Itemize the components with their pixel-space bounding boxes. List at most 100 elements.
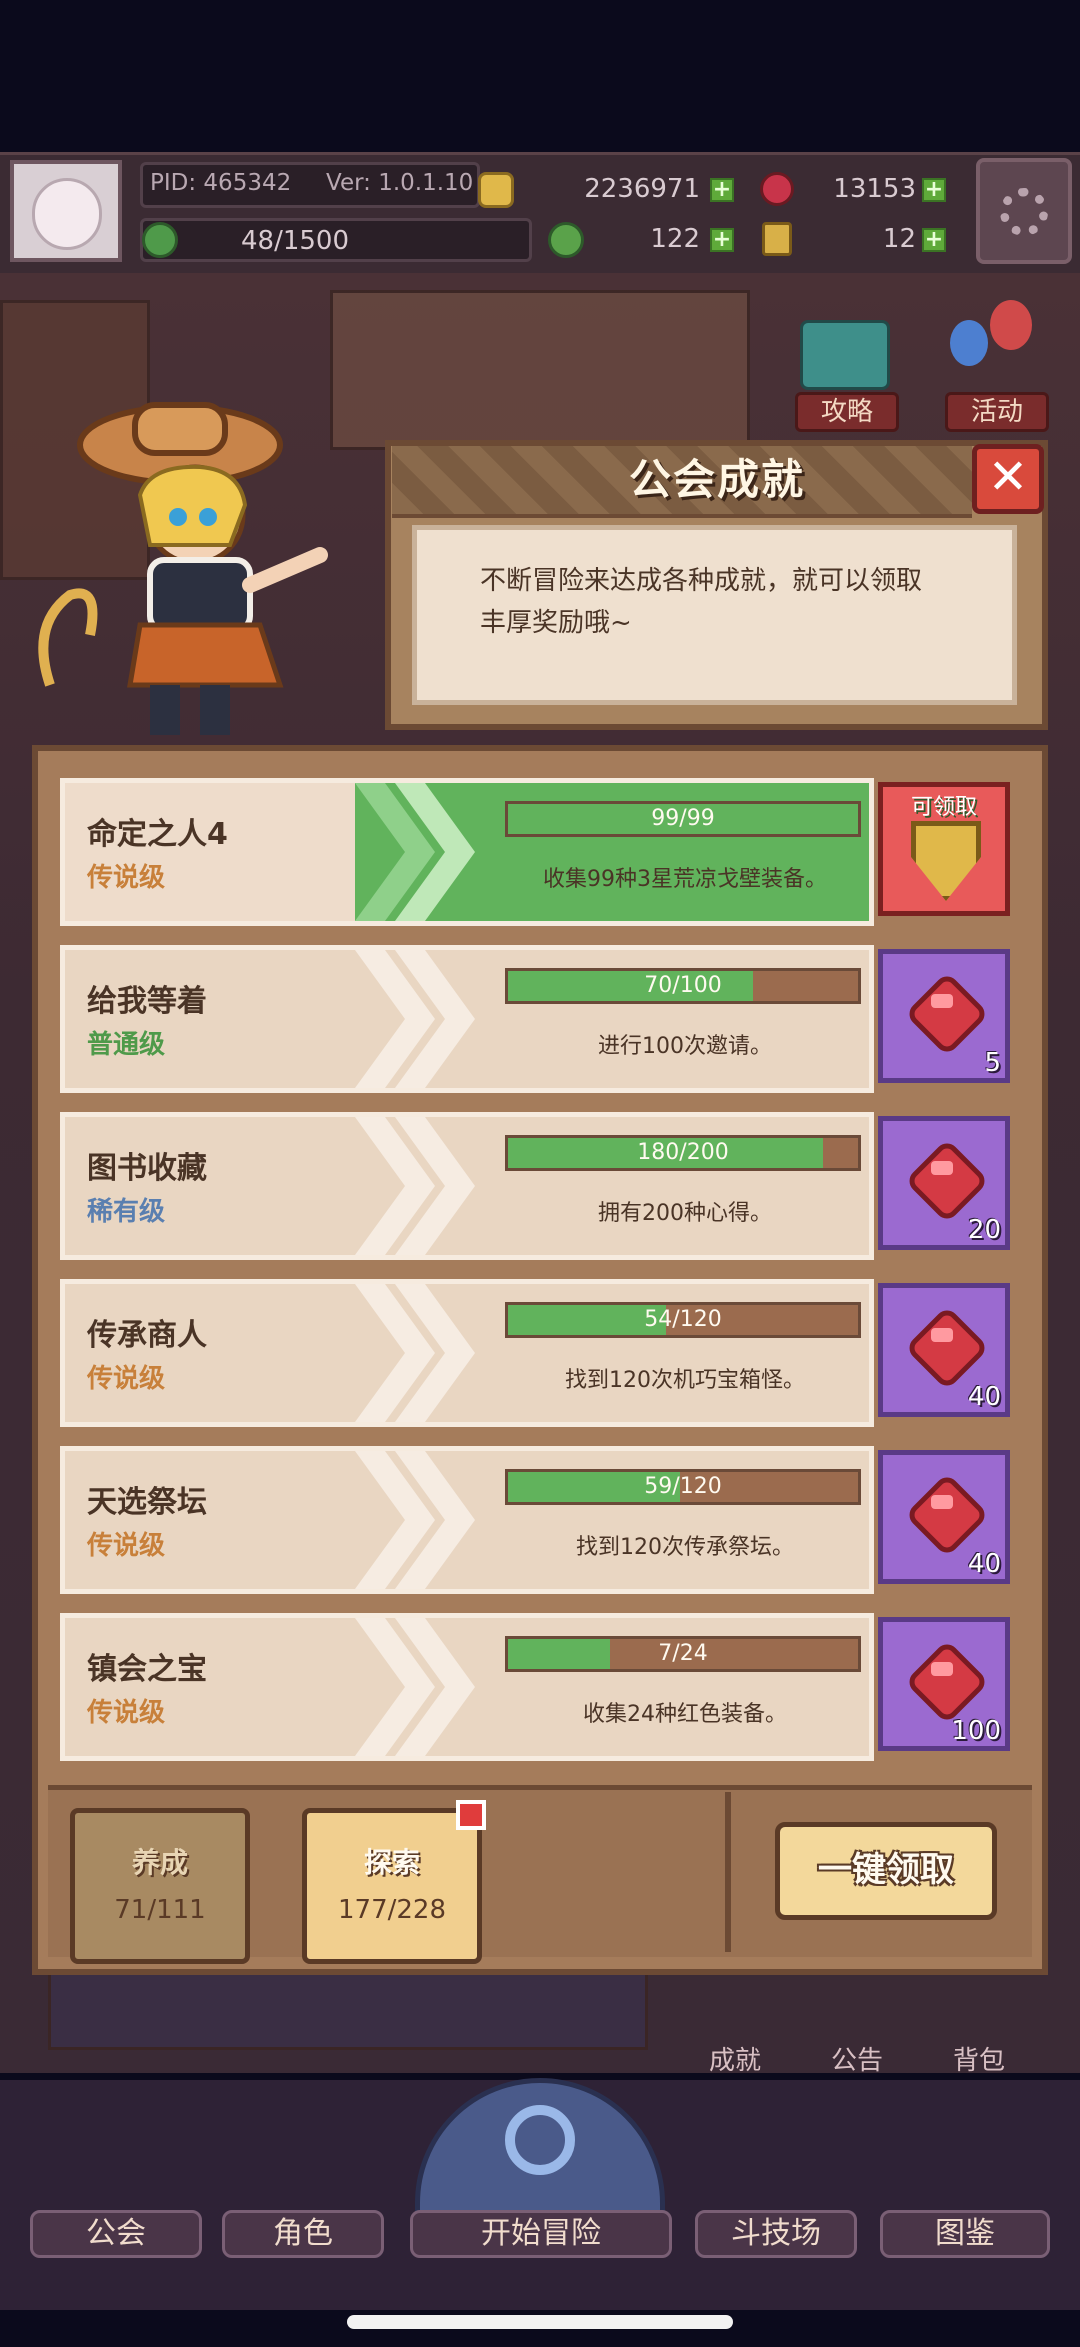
achievement-name: 给我等着 xyxy=(87,984,207,1019)
achievement-icon-label[interactable]: 成就 xyxy=(690,2040,780,2077)
reward-slot[interactable]: 40 xyxy=(878,1450,1010,1584)
reward-slot[interactable]: 100 xyxy=(878,1617,1010,1751)
nav-character[interactable]: 角色 xyxy=(222,2210,384,2258)
wall-board-decoration xyxy=(330,290,750,450)
gem-highlight xyxy=(931,994,953,1008)
achievement-description: 找到120次传承祭坛。 xyxy=(576,1535,794,1560)
progress-text: 54/120 xyxy=(644,1307,722,1332)
counter-decoration xyxy=(48,1970,648,2050)
player-avatar[interactable] xyxy=(10,160,122,262)
tab-cultivate-count: 71/111 xyxy=(114,1895,206,1925)
reward-slot[interactable]: 40 xyxy=(878,1283,1010,1417)
tab-cultivate[interactable]: 养成 71/111 xyxy=(70,1808,250,1964)
reward-count: 100 xyxy=(951,1716,1001,1746)
home-indicator[interactable] xyxy=(347,2315,733,2329)
nav-start-adventure[interactable]: 开始冒险 xyxy=(410,2210,672,2258)
ruby-gem-icon xyxy=(904,971,990,1057)
tab-explore[interactable]: 探索 177/228 xyxy=(302,1808,482,1964)
progress-bar: 99/99 xyxy=(505,801,861,837)
achievement-tier: 传说级 xyxy=(87,1364,166,1394)
nav-guild[interactable]: 公会 xyxy=(30,2210,202,2258)
energy-value: 48/1500 xyxy=(240,226,349,256)
gear-icon xyxy=(1000,188,1048,236)
claim-all-button[interactable]: 一键领取 xyxy=(775,1822,997,1920)
achievement-row[interactable]: 命定之人4 传说级 99/99 收集99种3星荒凉戈壁装备。 xyxy=(60,778,874,926)
progress-text: 70/100 xyxy=(644,973,722,998)
reward-slot[interactable]: 20 xyxy=(878,1116,1010,1250)
player-id: PID: 465342 xyxy=(150,170,292,196)
settings-button[interactable] xyxy=(976,158,1072,264)
add-clover-button[interactable]: + xyxy=(710,228,734,252)
notice-icon-label[interactable]: 公告 xyxy=(812,2040,902,2077)
events-button[interactable]: 活动 xyxy=(945,392,1049,432)
reward-count: 20 xyxy=(967,1215,1001,1245)
reward-count: 40 xyxy=(967,1382,1001,1412)
achievement-tier: 普通级 xyxy=(87,1030,166,1060)
achievement-description: 收集24种红色装备。 xyxy=(583,1702,787,1727)
claimable-label: 可领取 xyxy=(910,795,977,820)
achievement-row[interactable]: 图书收藏 稀有级 180/200 拥有200种心得。 xyxy=(60,1112,874,1260)
clover-icon xyxy=(548,222,584,258)
add-gem-button[interactable]: + xyxy=(922,178,946,202)
achievement-name: 传承商人 xyxy=(87,1318,207,1353)
notification-badge xyxy=(456,1800,486,1830)
achievement-name: 天选祭坛 xyxy=(87,1485,207,1520)
reward-count: 40 xyxy=(967,1549,1001,1579)
progress-bar: 59/120 xyxy=(505,1469,861,1505)
dialog-title: 公会成就 xyxy=(628,455,805,504)
achievement-tier: 传说级 xyxy=(87,1698,166,1728)
nav-codex[interactable]: 图鉴 xyxy=(880,2210,1050,2258)
gem-highlight xyxy=(931,1662,953,1676)
key-value: 12 xyxy=(882,224,916,254)
gem-highlight xyxy=(931,1495,953,1509)
chevron-right-icon xyxy=(355,1284,475,1422)
achievement-row[interactable]: 天选祭坛传说级 59/120 找到120次传承祭坛。 xyxy=(60,1446,874,1594)
achievement-description: 拥有200种心得。 xyxy=(598,1201,772,1226)
chevron-right-icon xyxy=(355,1117,475,1255)
ruby-gem-icon xyxy=(760,172,794,206)
add-key-button[interactable]: + xyxy=(922,228,946,252)
achievement-row[interactable]: 给我等着普通级 70/100 进行100次邀请。 xyxy=(60,945,874,1093)
reward-slot[interactable]: 5 xyxy=(878,949,1010,1083)
tab-explore-label: 探索 xyxy=(363,1846,420,1879)
balloons-icon[interactable] xyxy=(950,300,1040,380)
chevron-right-icon xyxy=(355,783,475,921)
achievement-description: 进行100次邀请。 xyxy=(598,1034,772,1059)
achievement-row[interactable]: 镇会之宝 传说级 7/24 收集24种红色装备。 xyxy=(60,1613,874,1761)
achievement-tier: 传说级 xyxy=(87,1531,166,1561)
ruby-gem-icon xyxy=(904,1138,990,1224)
chevron-right-icon xyxy=(355,950,475,1088)
achievement-tier: 稀有级 xyxy=(87,1197,166,1227)
progress-text: 180/200 xyxy=(637,1140,729,1165)
achievement-tier: 传说级 xyxy=(87,863,166,893)
tab-cultivate-label: 养成 xyxy=(131,1846,188,1879)
progress-text: 7/24 xyxy=(658,1641,708,1666)
add-gold-button[interactable]: + xyxy=(710,178,734,202)
progress-bar: 54/120 xyxy=(505,1302,861,1338)
progress-text: 59/120 xyxy=(644,1474,722,1499)
guide-chat-icon[interactable] xyxy=(800,320,890,390)
gold-coin-icon xyxy=(478,172,514,208)
achievement-description: 找到120次机巧宝箱怪。 xyxy=(565,1368,805,1393)
close-button[interactable]: ✕ xyxy=(972,444,1044,514)
bag-icon-label[interactable]: 背包 xyxy=(934,2040,1024,2077)
achievement-row[interactable]: 传承商人传说级 54/120 找到120次机巧宝箱怪。 xyxy=(60,1279,874,1427)
progress-bar: 180/200 xyxy=(505,1135,861,1171)
progress-bar: 70/100 xyxy=(505,968,861,1004)
guide-button[interactable]: 攻略 xyxy=(795,392,899,432)
gem-highlight xyxy=(931,1328,953,1342)
description-line-2: 丰厚奖励哦~ xyxy=(480,608,632,638)
ruby-gem-icon xyxy=(904,1639,990,1725)
close-icon: ✕ xyxy=(987,449,1029,505)
avatar-face-icon xyxy=(32,178,102,250)
version-label: Ver: 1.0.1.10 xyxy=(326,170,474,196)
footer-divider xyxy=(725,1792,731,1952)
energy-clover-icon xyxy=(142,222,178,258)
nav-arena[interactable]: 斗技场 xyxy=(695,2210,857,2258)
dialog-description: 不断冒险来达成各种成就，就可以领取 丰厚奖励哦~ xyxy=(480,560,980,644)
progress-text: 99/99 xyxy=(651,806,715,831)
progress-bar: 7/24 xyxy=(505,1636,861,1672)
cowgirl-character-sprite xyxy=(38,402,328,735)
reward-count: 5 xyxy=(984,1048,1001,1078)
claim-reward-button[interactable]: 可领取 xyxy=(878,782,1010,916)
